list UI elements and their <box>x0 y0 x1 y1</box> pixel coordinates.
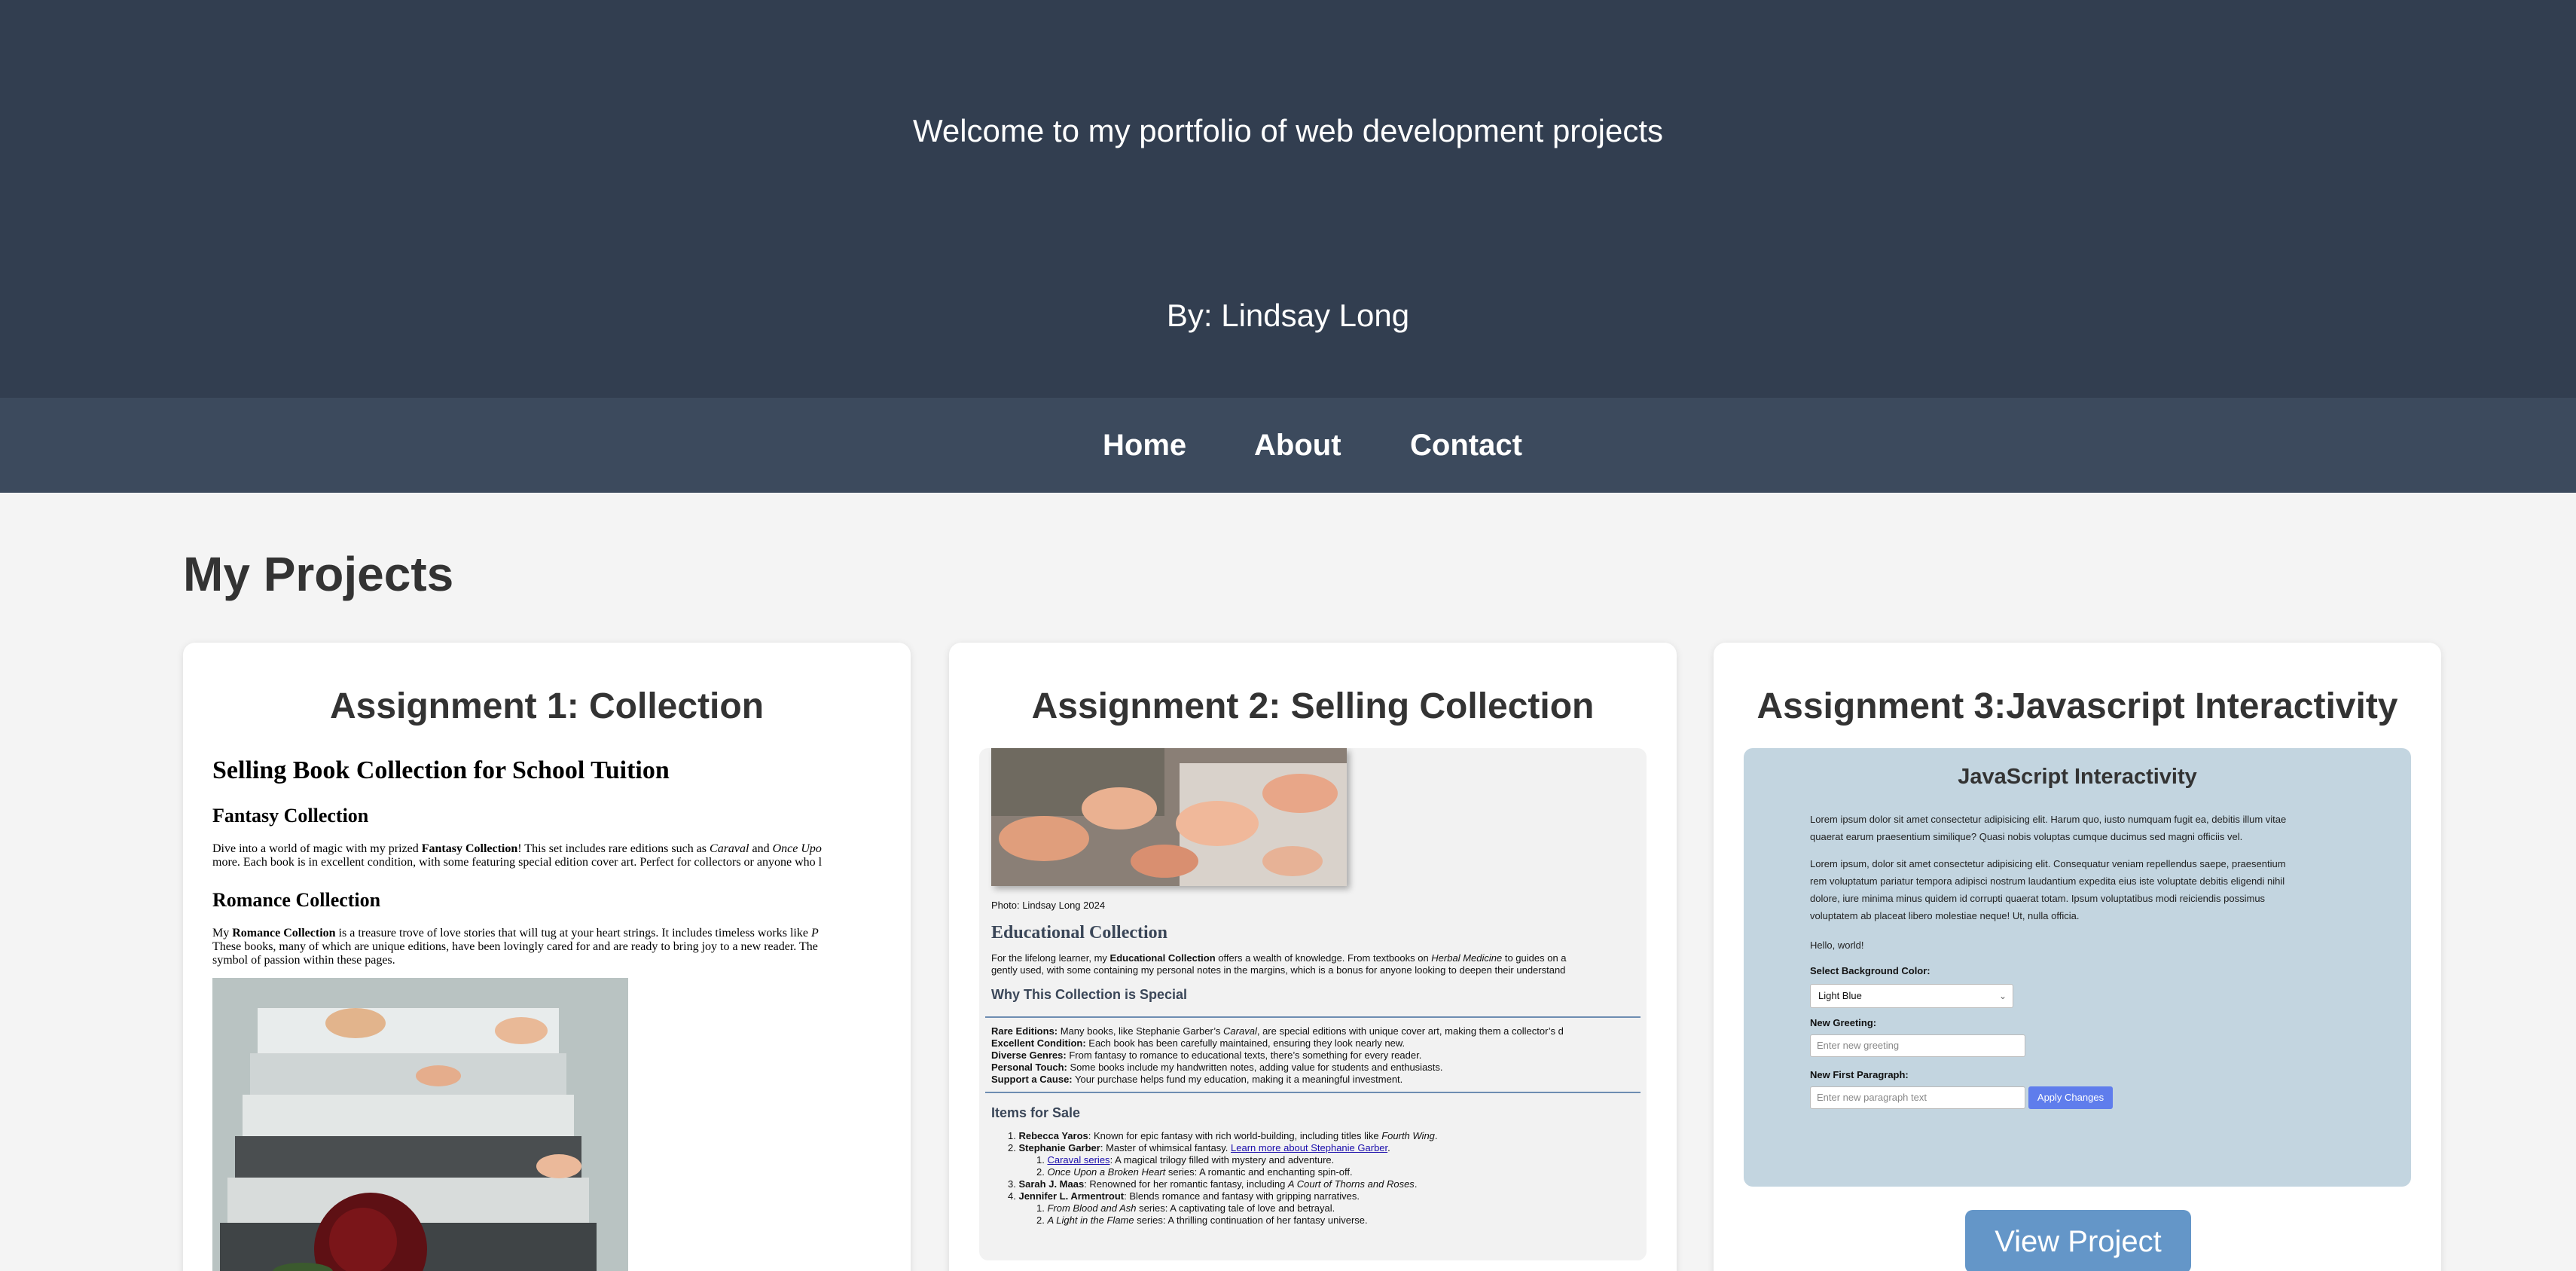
assignment-3-preview[interactable]: JavaScript Interactivity Lorem ipsum dol… <box>1744 748 2411 1187</box>
apply-changes-button[interactable]: Apply Changes <box>2028 1086 2113 1109</box>
educational-heading: Educational Collection <box>991 923 1168 943</box>
list-item: 1. From Blood and Ash series: A captivat… <box>1036 1202 1335 1214</box>
chevron-down-icon: ⌄ <box>1998 991 2007 1001</box>
hero-header: Welcome to my portfolio of web developme… <box>0 0 2576 398</box>
preview-heading: Selling Book Collection for School Tuiti… <box>212 756 670 784</box>
special-heading: Why This Collection is Special <box>991 987 1188 1002</box>
items-list: 1. Rebecca Yaros: Known for epic fantasy… <box>991 1130 1641 1227</box>
card-1-title: Assignment 1: Collection <box>329 686 765 726</box>
educational-paragraph: For the lifelong learner, my Educational… <box>991 952 1567 976</box>
list-item: 2. Stephanie Garber: Master of whimsical… <box>1008 1142 1390 1153</box>
card-3-title: Assignment 3:Javascript Interactivity <box>1757 686 2398 726</box>
petals-books-photo <box>991 748 1347 886</box>
js-heading: JavaScript Interactivity <box>1958 765 2197 789</box>
nav-about-link[interactable]: About <box>1254 398 1341 493</box>
items-heading: Items for Sale <box>991 1105 1081 1120</box>
view-project-button[interactable]: View Project <box>1965 1210 2191 1271</box>
main-nav: Home About Contact <box>0 398 2576 493</box>
divider <box>985 1016 1641 1018</box>
garber-link[interactable]: Learn more about Stephanie Garber <box>1231 1142 1387 1153</box>
list-item: 2. A Light in the Flame series: A thrill… <box>1036 1214 1368 1226</box>
hero-byline: By: Lindsay Long <box>1166 298 1410 333</box>
books-rose-photo <box>212 978 628 1271</box>
greeting-text: Hello, world! <box>1810 940 1864 951</box>
nav-home-link[interactable]: Home <box>1103 398 1186 493</box>
bg-color-select[interactable]: Light Blue ⌄ <box>1810 984 2013 1008</box>
list-item: 1. Caraval series: A magical trilogy fil… <box>1036 1154 1335 1166</box>
caraval-link[interactable]: Caraval series <box>1047 1154 1109 1166</box>
new-greeting-input[interactable]: Enter new greeting <box>1810 1034 2025 1057</box>
paragraph-1: Lorem ipsum dolor sit amet consectetur a… <box>1810 814 2287 842</box>
paragraph-2: Lorem ipsum, dolor sit amet consectetur … <box>1810 858 2286 921</box>
card-2-title: Assignment 2: Selling Collection <box>1031 686 1595 726</box>
bg-color-label: Select Background Color: <box>1810 965 1930 976</box>
new-paragraph-input[interactable]: Enter new paragraph text <box>1810 1086 2025 1109</box>
photo-caption: Photo: Lindsay Long 2024 <box>991 900 1106 911</box>
list-item: 4. Jennifer L. Armentrout: Blends romanc… <box>1008 1190 1360 1202</box>
hero-welcome-text: Welcome to my portfolio of web developme… <box>912 113 1664 148</box>
new-paragraph-label: New First Paragraph: <box>1810 1069 1909 1080</box>
divider <box>985 1092 1641 1093</box>
list-item: 2. Once Upon a Broken Heart series: A ro… <box>1036 1166 1353 1178</box>
romance-heading: Romance Collection <box>212 889 381 911</box>
fantasy-paragraph: Dive into a world of magic with my prize… <box>212 842 823 869</box>
list-item: 1. Rebecca Yaros: Known for epic fantasy… <box>1008 1130 1438 1141</box>
fantasy-heading: Fantasy Collection <box>212 805 369 826</box>
projects-title: My Projects <box>183 547 454 601</box>
assignment-2-preview[interactable]: Photo: Lindsay Long 2024 Educational Col… <box>979 748 1647 1260</box>
special-list: Rare Editions: Many books, like Stephani… <box>991 1025 1564 1085</box>
list-item: 3. Sarah J. Maas: Renowned for her roman… <box>1008 1178 1418 1190</box>
romance-paragraph: My Romance Collection is a treasure trov… <box>212 927 819 967</box>
nav-contact-link[interactable]: Contact <box>1410 398 1522 493</box>
new-greeting-label: New Greeting: <box>1810 1017 1877 1028</box>
assignment-1-preview[interactable]: Selling Book Collection for School Tuiti… <box>212 746 883 1271</box>
